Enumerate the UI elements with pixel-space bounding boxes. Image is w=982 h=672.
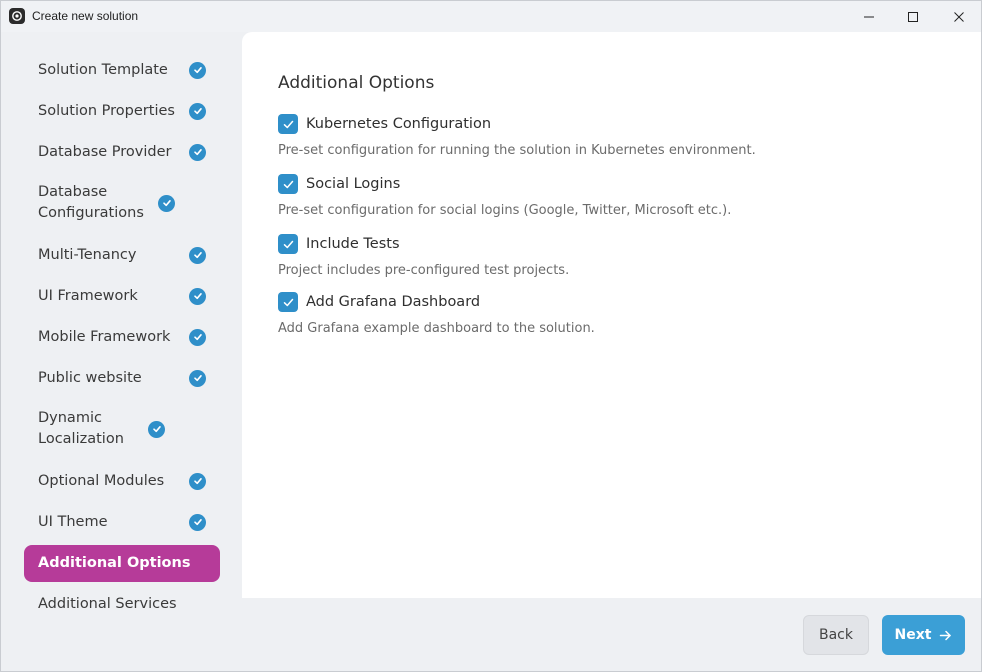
- back-button-label: Back: [819, 627, 853, 643]
- step-label: Additional Options: [38, 555, 191, 571]
- check-icon: [148, 420, 165, 438]
- check-icon: [283, 298, 293, 306]
- step-label: Mobile Framework: [38, 328, 171, 345]
- window-title: Create new solution: [32, 9, 139, 23]
- title-bar: Create new solution: [1, 1, 981, 32]
- create-solution-window: Create new solution Solution Template So…: [0, 0, 982, 672]
- option-row[interactable]: Kubernetes Configuration: [278, 114, 756, 134]
- step-label: Multi-Tenancy: [38, 246, 137, 263]
- kubernetes-checkbox[interactable]: [278, 114, 298, 134]
- check-icon: [158, 194, 175, 212]
- option-row[interactable]: Add Grafana Dashboard: [278, 292, 595, 312]
- step-dynamic-localization[interactable]: Dynamic Localization: [24, 398, 220, 460]
- step-label: Public website: [38, 369, 142, 386]
- step-database-provider[interactable]: Database Provider: [24, 131, 220, 173]
- option-row[interactable]: Social Logins: [278, 174, 731, 194]
- close-icon: [954, 11, 964, 22]
- check-icon: [189, 513, 206, 531]
- include-tests-checkbox[interactable]: [278, 234, 298, 254]
- step-label: Optional Modules: [38, 472, 165, 489]
- step-multi-tenancy[interactable]: Multi-Tenancy: [24, 234, 220, 276]
- check-icon: [283, 180, 293, 188]
- step-label: UI Framework: [38, 287, 138, 304]
- page-title: Additional Options: [278, 73, 435, 93]
- option-description: Pre-set configuration for running the so…: [278, 143, 756, 158]
- step-label: Solution Template: [38, 61, 168, 78]
- minimize-icon: [864, 16, 874, 17]
- step-label: Dynamic Localization: [38, 410, 124, 447]
- option-description: Pre-set configuration for social logins …: [278, 203, 732, 218]
- step-mobile-framework[interactable]: Mobile Framework: [24, 316, 220, 358]
- minimize-button[interactable]: [846, 1, 892, 32]
- check-icon: [189, 369, 206, 387]
- option-label: Kubernetes Configuration: [306, 116, 492, 132]
- check-icon: [189, 102, 206, 120]
- option-description: Add Grafana example dashboard to the sol…: [278, 321, 595, 336]
- check-icon: [283, 120, 293, 128]
- step-solution-properties[interactable]: Solution Properties: [24, 90, 220, 132]
- check-icon: [283, 240, 293, 248]
- option-add-grafana-dashboard: Add Grafana Dashboard Add Grafana exampl…: [278, 292, 595, 336]
- check-icon: [189, 143, 206, 161]
- back-button[interactable]: Back: [803, 615, 869, 655]
- app-logo-icon: [9, 8, 25, 24]
- option-label: Social Logins: [306, 176, 401, 192]
- check-icon: [189, 287, 206, 305]
- next-button-label: Next: [894, 627, 932, 643]
- grafana-checkbox[interactable]: [278, 292, 298, 312]
- step-ui-framework[interactable]: UI Framework: [24, 275, 220, 317]
- step-ui-theme[interactable]: UI Theme: [24, 501, 220, 543]
- arrow-right-icon: [940, 630, 952, 640]
- check-icon: [189, 328, 206, 346]
- next-button[interactable]: Next: [882, 615, 965, 655]
- social-logins-checkbox[interactable]: [278, 174, 298, 194]
- check-icon: [189, 472, 206, 490]
- step-additional-services[interactable]: Additional Services: [24, 583, 220, 625]
- option-label: Include Tests: [306, 236, 400, 252]
- step-label: UI Theme: [38, 513, 108, 530]
- step-label: Database Provider: [38, 143, 172, 160]
- step-optional-modules[interactable]: Optional Modules: [24, 460, 220, 502]
- maximize-icon: [908, 11, 918, 22]
- wizard-steps-sidebar: Solution Template Solution Properties Da…: [1, 32, 241, 671]
- step-database-configurations[interactable]: Database Configurations: [24, 172, 220, 234]
- step-label: Additional Services: [38, 595, 177, 612]
- close-button[interactable]: [936, 1, 981, 32]
- step-public-website[interactable]: Public website: [24, 357, 220, 399]
- option-social-logins: Social Logins Pre-set configuration for …: [278, 174, 731, 218]
- option-row[interactable]: Include Tests: [278, 234, 569, 254]
- step-solution-template[interactable]: Solution Template: [24, 49, 220, 91]
- option-description: Project includes pre-configured test pro…: [278, 263, 570, 278]
- step-label: Database Configurations: [38, 184, 144, 221]
- option-label: Add Grafana Dashboard: [306, 294, 481, 310]
- option-include-tests: Include Tests Project includes pre-confi…: [278, 234, 569, 278]
- check-icon: [189, 246, 206, 264]
- check-icon: [189, 61, 206, 79]
- step-additional-options[interactable]: Additional Options: [24, 545, 220, 582]
- options-panel: Additional Options Kubernetes Configurat…: [242, 32, 981, 598]
- maximize-button[interactable]: [890, 1, 936, 32]
- step-label: Solution Properties: [38, 102, 175, 119]
- option-kubernetes-configuration: Kubernetes Configuration Pre-set configu…: [278, 114, 756, 158]
